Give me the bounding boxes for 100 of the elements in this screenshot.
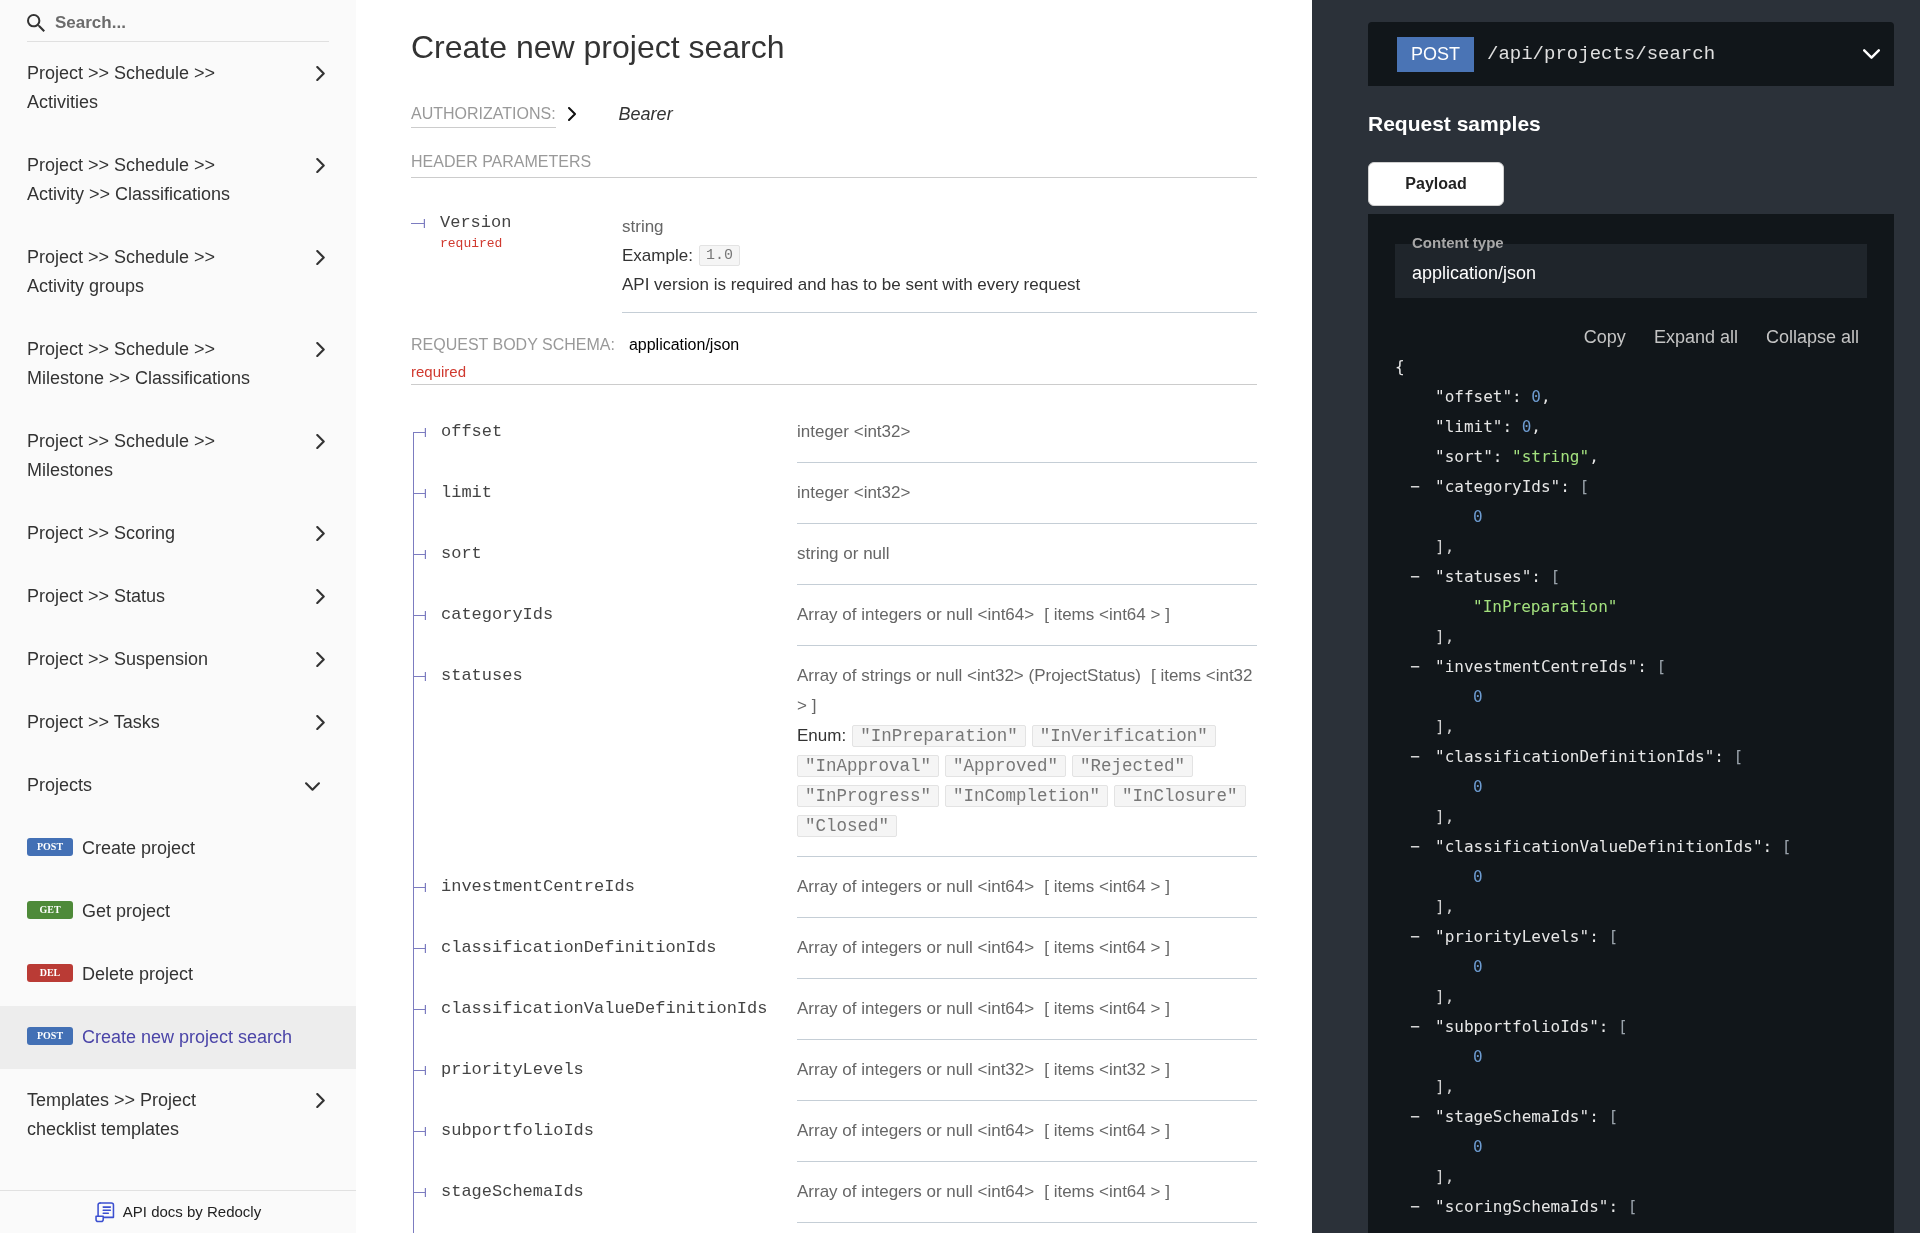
code-line: ], [1435,896,1455,918]
field-type: Array of integers or null <int64> [ items <int64 > ] [797,1181,1171,1203]
sidebar-item[interactable]: Project >> Schedule >> Activity groups [0,226,356,318]
code-line: 0 [1473,1136,1483,1158]
code-line: ], [1435,986,1455,1008]
sidebar-item[interactable]: Project >> Suspension [0,628,356,691]
field-type: integer <int32> [797,482,912,504]
endpoint-path: /api/projects/search [1487,41,1716,67]
code-line: ], [1435,536,1455,558]
code-line: "classificationDefinitionIds": [ [1435,746,1744,768]
sidebar-item[interactable]: Project >> Schedule >> Milestone >> Classifications [0,318,356,410]
collapse-toggle[interactable]: − [1409,832,1421,862]
code-line: "classificationValueDefinitionIds": [ [1435,836,1792,858]
collapse-toggle[interactable]: − [1409,472,1421,502]
field-type: integer <int32> [797,421,912,443]
code-line: "categoryIds": [ [1435,476,1590,498]
field-type: Array of integers or null <int64> [ items <int64 > ] [797,604,1171,626]
code-line: 0 [1473,776,1483,798]
sidebar-item[interactable]: Project >> Status [0,565,356,628]
collapse-toggle[interactable]: − [1409,562,1421,592]
code-action-button[interactable]: Collapse all [1765,324,1859,350]
search-field[interactable]: Search... [55,9,329,36]
section-heading: REQUEST BODY SCHEMA: [411,335,615,355]
enum-value: "InApproval" [797,755,940,777]
enum-value: "Closed" [797,815,897,837]
param-description: API version is required and has to be sent with every request [622,274,1081,296]
code-line: 0 [1473,686,1483,708]
scroll-icon [94,1201,115,1223]
code-line: ], [1435,626,1455,648]
method-badge: DEL [27,963,73,982]
endpoint-selector[interactable]: POST /api/projects/search [1368,22,1894,86]
enum-value: "InClosure" [1114,785,1246,807]
sidebar-item[interactable]: Project >> Scoring [0,502,356,565]
search-icon [27,13,45,32]
enum-value: "InProgress" [797,785,940,807]
code-line: "priorityLevels": [ [1435,926,1619,948]
field-name: categoryIds [441,604,554,626]
code-line: 0 [1473,866,1483,888]
sidebar-item[interactable]: Project >> Schedule >> Activity >> Classifications [0,134,356,226]
tree-branch-icon [411,218,425,228]
sidebar-operation[interactable]: POST Create project [0,817,356,880]
code-line: "InPreparation" [1473,596,1618,618]
footer-link[interactable]: API docs by Redocly [94,1200,262,1224]
collapse-toggle[interactable]: − [1409,1102,1421,1132]
example-label: Example: [622,245,693,267]
code-line: "stageSchemaIds": [ [1435,1106,1619,1128]
field-type: Array of integers or null <int64> [ items <int64 > ] [797,876,1171,898]
code-line: ], [1435,716,1455,738]
code-action-button[interactable]: Copy [1583,324,1626,350]
sidebar-item[interactable]: Project >> Tasks [0,691,356,754]
sidebar-item[interactable]: Project >> Schedule >> Milestones [0,410,356,502]
enum-value: "Rejected" [1072,755,1194,777]
field-name: statuses [441,665,523,687]
code-line: "limit": 0, [1435,416,1541,438]
collapse-toggle[interactable]: − [1409,922,1421,952]
field-name: stageSchemaIds [441,1181,584,1203]
enum-value: "InVerification" [1031,725,1216,747]
sidebar-item[interactable]: Templates >> Project checklist templates [0,1069,356,1161]
param-name: Version [440,212,512,234]
code-line: ], [1435,1076,1455,1098]
code-action-button[interactable]: Expand all [1653,324,1738,350]
page-title: Create new project search [411,28,786,67]
code-line: ], [1435,1166,1455,1188]
section-title: Request samples [1368,111,1541,137]
field-type: Array of integers or null <int64> [ items <int64 > ] [797,1120,1171,1142]
collapse-toggle[interactable]: − [1409,1192,1421,1222]
field-name: offset [441,421,503,443]
code-line: "offset": 0, [1435,386,1551,408]
example-value: 1.0 [698,245,740,266]
field-name: limit [441,482,492,504]
collapse-toggle[interactable]: − [1409,652,1421,682]
enum-value: "InCompletion" [945,785,1109,807]
method-badge: POST [1397,36,1474,72]
field-type: Array of integers or null <int64> [ items <int64 > ] [797,937,1171,959]
auth-scheme: Bearer [618,103,673,126]
sidebar-item[interactable]: Projects [0,754,356,817]
param-type: string [622,216,664,238]
enum-value: "InPreparation" [852,725,1026,747]
code-line: "scoringSchemaIds": [ [1435,1196,1638,1218]
field-name: subportfolioIds [441,1120,595,1142]
code-line: ], [1435,806,1455,828]
collapse-toggle[interactable]: − [1409,1012,1421,1042]
sidebar-operation[interactable]: DEL Delete project [0,943,356,1006]
method-badge: POST [27,837,73,856]
field-type: Array of integers or null <int32> [ items <int32 > ] [797,1059,1171,1081]
field-name: classificationValueDefinitionIds [441,998,768,1020]
enum-label: Enum: [797,725,847,747]
content-type: application/json [628,335,740,355]
code-line: 0 [1473,506,1483,528]
sidebar-item[interactable]: Project >> Schedule >> Activities [0,42,356,134]
collapse-toggle[interactable]: − [1409,742,1421,772]
code-line: "investmentCentreIds": [ [1435,656,1667,678]
required-label: required [440,235,503,253]
payload-tab[interactable]: Payload [1368,162,1504,206]
code-line: "sort": "string", [1435,446,1599,468]
code-line: 0 [1473,1046,1483,1068]
chevron-down-icon [1863,49,1880,59]
sidebar-operation[interactable]: POST Create new project search [0,1006,356,1069]
sidebar-operation[interactable]: GET Get project [0,880,356,943]
code-line: { [1395,357,1405,376]
